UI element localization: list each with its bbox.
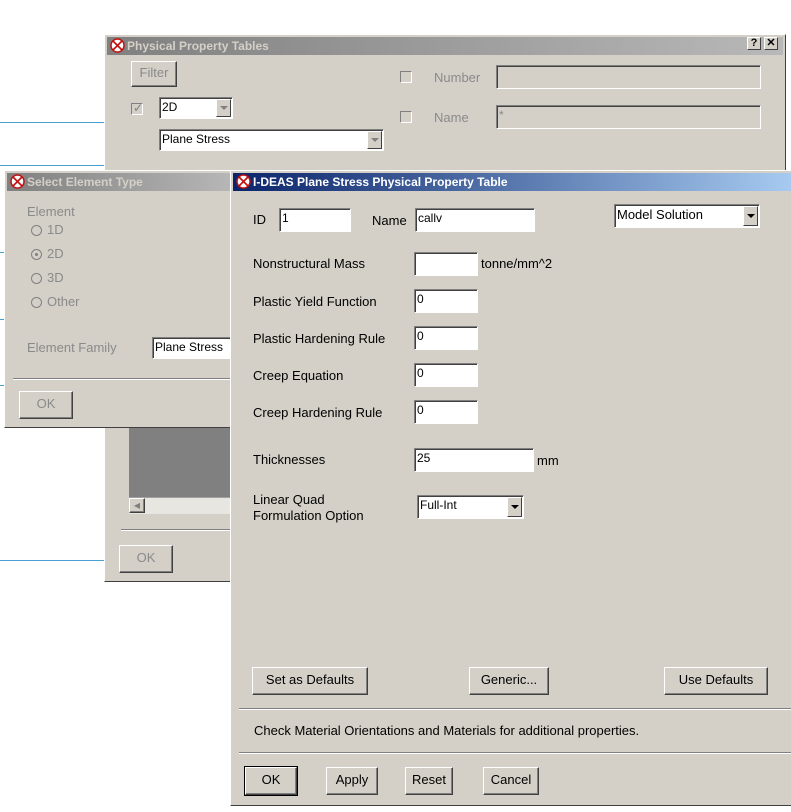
radio-other[interactable] xyxy=(31,297,42,308)
property-table-window: I-DEAS Plane Stress Physical Property Ta… xyxy=(230,170,791,806)
name-label: Name xyxy=(372,213,407,228)
ideas-logo-icon xyxy=(236,174,251,189)
scroll-left-icon[interactable]: ◀ xyxy=(129,498,145,513)
family-value: Plane Stress xyxy=(162,132,231,146)
name-checkbox[interactable] xyxy=(400,111,412,123)
filter-button[interactable]: Filter xyxy=(131,61,177,87)
chevron-down-icon[interactable] xyxy=(507,497,522,517)
creep-hardening-value: 0 xyxy=(417,403,424,417)
linear-quad-label: Linear Quad xyxy=(253,492,325,507)
thicknesses-field[interactable]: 25 xyxy=(414,448,534,472)
creep-equation-label: Creep Equation xyxy=(253,368,344,383)
element-family-field[interactable]: Plane Stress xyxy=(152,337,242,359)
guide-line xyxy=(0,560,106,561)
number-checkbox[interactable] xyxy=(400,71,412,83)
creep-equation-field[interactable]: 0 xyxy=(414,363,478,387)
linear-quad-value: Full-Int xyxy=(420,498,457,512)
plastic-yield-value: 0 xyxy=(417,292,424,306)
reset-button[interactable]: Reset xyxy=(405,767,453,795)
plastic-hardening-field[interactable]: 0 xyxy=(414,326,478,350)
help-button[interactable]: ? xyxy=(747,37,761,50)
formulation-option-label: Formulation Option xyxy=(253,508,364,523)
divider xyxy=(239,708,791,710)
plastic-hardening-label: Plastic Hardening Rule xyxy=(253,331,386,346)
horizontal-scrollbar[interactable]: ◀ xyxy=(129,497,233,514)
window-title: Select Element Type xyxy=(27,175,143,189)
use-defaults-button[interactable]: Use Defaults xyxy=(664,667,768,695)
chevron-down-icon[interactable] xyxy=(367,131,382,149)
creep-hardening-label: Creep Hardening Rule xyxy=(253,405,383,420)
solution-select[interactable]: Model Solution xyxy=(614,204,760,228)
ok-button[interactable]: OK xyxy=(19,391,73,419)
dimension-select[interactable]: 2D xyxy=(159,97,233,119)
window-title: Physical Property Tables xyxy=(127,39,269,53)
id-value: 1 xyxy=(282,211,289,225)
linear-quad-select[interactable]: Full-Int xyxy=(417,495,524,519)
radio-1d-label: 1D xyxy=(47,222,64,237)
guide-line xyxy=(0,122,106,123)
set-as-defaults-button[interactable]: Set as Defaults xyxy=(252,667,368,695)
physical-property-tables-titlebar[interactable]: Physical Property Tables xyxy=(107,37,783,55)
nonstructural-mass-field[interactable] xyxy=(414,252,478,276)
table-list[interactable] xyxy=(129,425,233,497)
chevron-down-icon[interactable] xyxy=(216,99,231,117)
dimension-checkbox[interactable]: ✓ xyxy=(131,101,144,115)
thicknesses-label: Thicknesses xyxy=(253,452,326,467)
number-field[interactable] xyxy=(496,65,761,89)
thicknesses-value: 25 xyxy=(417,451,431,465)
radio-1d[interactable] xyxy=(31,225,42,236)
cancel-button[interactable]: Cancel xyxy=(483,767,539,795)
property-table-titlebar[interactable]: I-DEAS Plane Stress Physical Property Ta… xyxy=(233,173,791,191)
nonstructural-mass-unit: tonne/mm^2 xyxy=(481,256,553,271)
name-label: Name xyxy=(434,110,469,125)
divider xyxy=(13,378,239,380)
dimension-value: 2D xyxy=(162,100,178,114)
thicknesses-unit: mm xyxy=(537,453,559,468)
ideas-logo-icon xyxy=(110,38,125,53)
creep-hardening-field[interactable]: 0 xyxy=(414,400,478,424)
select-element-type-window: Select Element Type Element 1D 2D 3D Oth… xyxy=(4,170,242,428)
bottom-divider xyxy=(121,529,233,531)
divider xyxy=(239,752,791,754)
radio-other-label: Other xyxy=(47,294,80,309)
name-filter-field[interactable]: * xyxy=(496,105,761,129)
ok-button[interactable]: OK xyxy=(244,766,298,796)
id-field[interactable]: 1 xyxy=(279,208,351,232)
solution-value: Model Solution xyxy=(617,207,703,222)
name-field[interactable]: callv xyxy=(415,208,535,232)
ok-button[interactable]: OK xyxy=(119,545,173,573)
element-family-value: Plane Stress xyxy=(155,340,224,354)
radio-2d-label: 2D xyxy=(47,246,64,261)
name-filter-value: * xyxy=(499,108,504,122)
ideas-logo-icon xyxy=(10,174,25,189)
window-title: I-DEAS Plane Stress Physical Property Ta… xyxy=(253,175,508,189)
checkmark-icon: ✓ xyxy=(133,101,144,115)
family-select[interactable]: Plane Stress xyxy=(159,129,384,151)
element-group-label: Element xyxy=(27,204,75,219)
number-label: Number xyxy=(434,70,481,85)
id-label: ID xyxy=(253,212,266,227)
name-value: callv xyxy=(418,211,443,225)
guide-line xyxy=(0,165,106,166)
radio-2d[interactable] xyxy=(31,249,42,260)
plastic-yield-field[interactable]: 0 xyxy=(414,289,478,313)
close-button[interactable]: ✕ xyxy=(764,37,778,50)
element-family-label: Element Family xyxy=(27,340,117,355)
creep-equation-value: 0 xyxy=(417,366,424,380)
generic-button[interactable]: Generic... xyxy=(469,667,549,695)
plastic-yield-label: Plastic Yield Function xyxy=(253,294,377,309)
apply-button[interactable]: Apply xyxy=(326,767,378,795)
chevron-down-icon[interactable] xyxy=(743,206,758,226)
info-text: Check Material Orientations and Material… xyxy=(254,723,640,738)
plastic-hardening-value: 0 xyxy=(417,329,424,343)
select-element-type-titlebar[interactable]: Select Element Type xyxy=(7,173,237,191)
radio-3d[interactable] xyxy=(31,273,42,284)
radio-3d-label: 3D xyxy=(47,270,64,285)
nonstructural-mass-label: Nonstructural Mass xyxy=(253,256,365,271)
